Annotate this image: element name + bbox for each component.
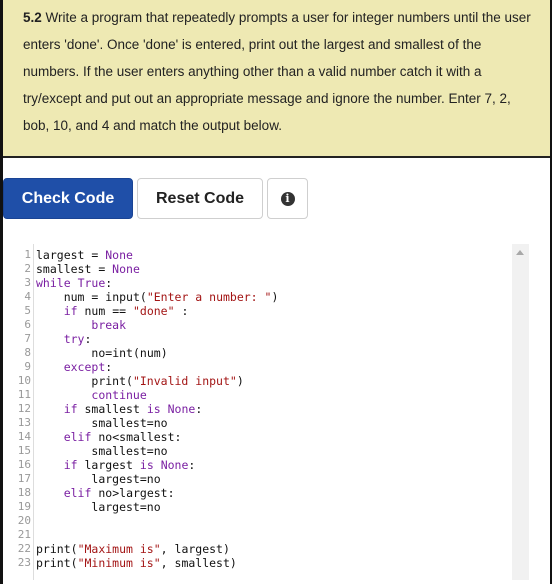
chevron-up-icon[interactable] [516, 250, 524, 255]
code-line[interactable] [36, 514, 278, 528]
code-line[interactable]: largest = None [36, 248, 278, 262]
exercise-number: 5.2 [23, 10, 42, 25]
line-number: 13 [17, 416, 31, 429]
exercise-text: Write a program that repeatedly prompts … [23, 10, 531, 133]
code-area[interactable]: largest = None smallest = None while True:… [36, 248, 278, 570]
code-line[interactable]: largest=no [36, 500, 278, 514]
line-number: 17 [17, 472, 31, 485]
line-number: 2 [24, 262, 31, 275]
code-line[interactable]: smallest = None [36, 262, 278, 276]
line-number: 11 [17, 388, 31, 401]
line-number: 22 [17, 542, 31, 555]
editor-scrollbar[interactable] [512, 244, 529, 580]
code-editor[interactable]: 1 2 3 4 5 6 7 8 9 10 11 12 13 14 15 16 17 18 19 20 21 22 23 la… [3, 244, 531, 580]
line-number: 5 [24, 304, 31, 317]
exercise-prompt: 5.2 Write a program that repeatedly prom… [3, 0, 550, 158]
code-line[interactable] [36, 528, 278, 542]
code-line[interactable]: smallest=no [36, 444, 278, 458]
line-number: 1 [24, 248, 31, 261]
code-line[interactable]: largest=no [36, 472, 278, 486]
code-line[interactable]: num = input("Enter a number: ") [36, 290, 279, 304]
line-number: 6 [24, 318, 31, 331]
gutter-divider [33, 244, 34, 580]
code-line[interactable]: if smallest is None: [36, 402, 278, 416]
code-line[interactable]: if num == "done" : [36, 304, 278, 318]
line-number: 3 [24, 276, 31, 289]
code-line[interactable]: elif no<smallest: [36, 430, 278, 444]
code-line[interactable]: print("Minimum is", smallest) [36, 556, 278, 570]
code-line[interactable]: no=int(num) [36, 346, 278, 360]
line-number: 16 [17, 458, 31, 471]
line-number-gutter: 1 2 3 4 5 6 7 8 9 10 11 12 13 14 15 16 17 18 19 20 21 22 23 [3, 248, 31, 570]
code-line[interactable]: while True: [36, 276, 278, 290]
reset-code-button[interactable]: Reset Code [137, 178, 263, 219]
line-number: 14 [17, 430, 31, 443]
code-line[interactable]: print("Maximum is", largest) [36, 542, 278, 556]
info-button[interactable]: i [267, 178, 308, 219]
info-circle-icon: i [280, 191, 295, 206]
code-line[interactable]: break [36, 318, 278, 332]
line-number: 9 [24, 360, 31, 373]
code-line[interactable]: except: [36, 360, 278, 374]
line-number: 18 [17, 486, 31, 499]
line-number: 15 [17, 444, 31, 457]
code-line[interactable]: if largest is None: [36, 458, 278, 472]
line-number: 19 [17, 500, 31, 513]
line-number: 20 [17, 514, 31, 527]
line-number: 23 [17, 556, 31, 569]
line-number: 8 [24, 346, 31, 359]
line-number: 7 [24, 332, 31, 345]
code-line[interactable]: continue [36, 388, 278, 402]
code-line[interactable]: try: [36, 332, 278, 346]
line-number: 12 [17, 402, 31, 415]
code-line[interactable]: smallest=no [36, 416, 278, 430]
check-code-button[interactable]: Check Code [3, 178, 133, 219]
code-line[interactable]: elif no>largest: [36, 486, 278, 500]
line-number: 4 [24, 290, 31, 303]
line-number: 10 [17, 374, 31, 387]
code-line[interactable]: print("Invalid input") [36, 374, 278, 388]
line-number: 21 [17, 528, 31, 541]
